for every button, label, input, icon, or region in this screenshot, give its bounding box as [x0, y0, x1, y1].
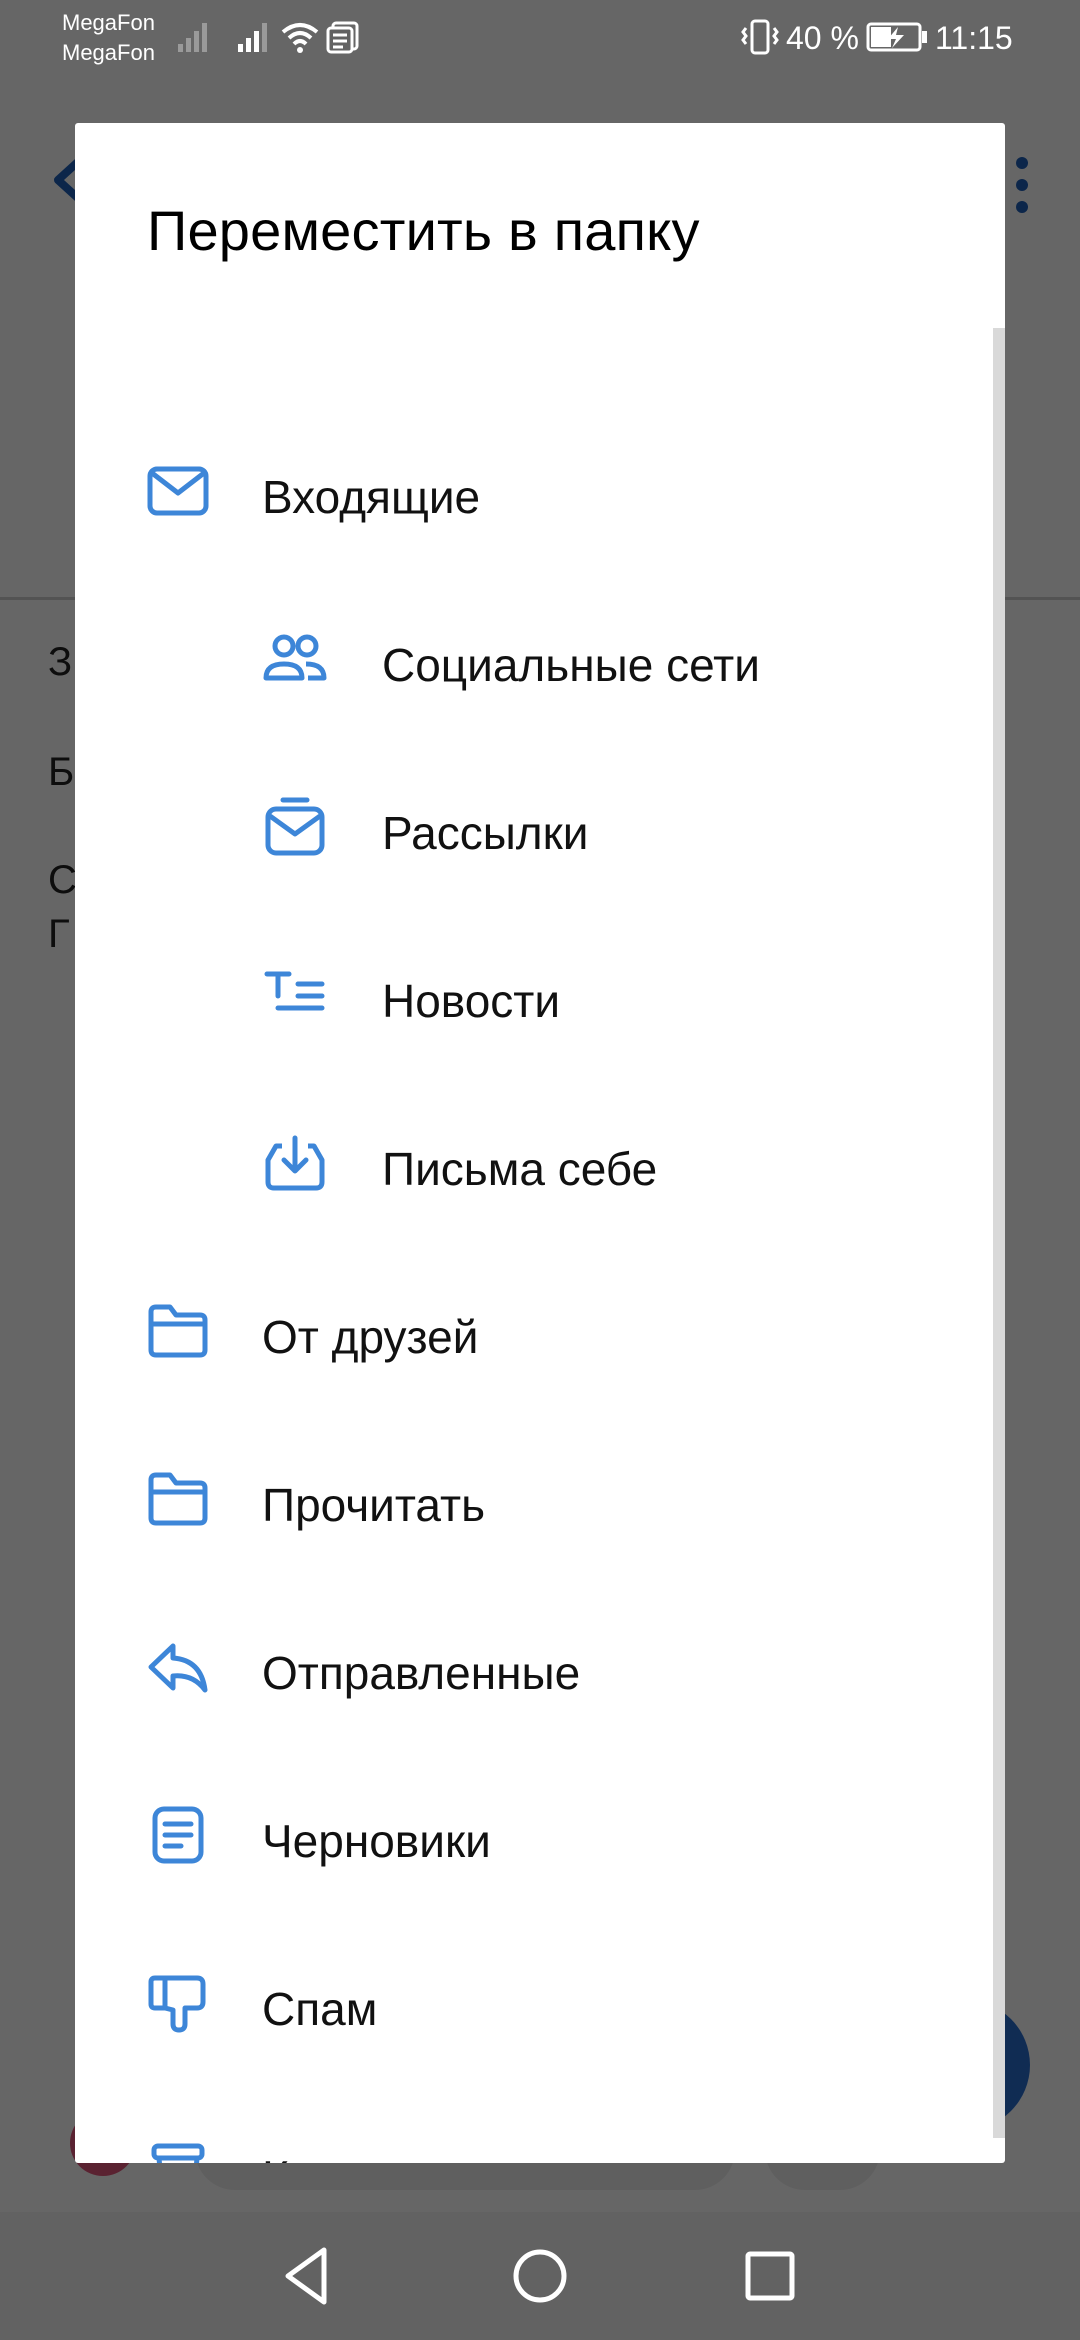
- folder-icon: [148, 1472, 208, 1526]
- folder-item-drafts[interactable]: Черновики: [75, 1756, 993, 1924]
- people-icon: [263, 634, 327, 681]
- folder-label: Письма себе: [382, 1143, 658, 1195]
- navigation-bar: [0, 2212, 1080, 2340]
- reply-icon: [148, 1643, 208, 1693]
- status-bar: MegaFon MegaFon 40 % 11:15: [0, 0, 1080, 76]
- folder-item-newsletters[interactable]: Рассылки: [75, 748, 993, 916]
- draft-icon: [152, 1806, 204, 1864]
- wifi-icon: [281, 23, 319, 53]
- carrier-2: MegaFon: [62, 40, 155, 65]
- clock: 11:15: [935, 20, 1013, 56]
- folder-item-social[interactable]: Социальные сети: [75, 580, 993, 748]
- battery-charging-icon: [866, 22, 927, 52]
- folder-label: Новости: [382, 975, 561, 1027]
- download-box-icon: [265, 1135, 325, 1191]
- folder-item-to-read[interactable]: Прочитать: [75, 1420, 993, 1588]
- folder-item-from-friends[interactable]: От друзей: [75, 1252, 993, 1420]
- folder-item-news[interactable]: Новости: [75, 916, 993, 1084]
- folder-label: Корзина: [262, 2150, 437, 2163]
- folder-label: Отправленные: [262, 1647, 581, 1699]
- inbox-icon: [147, 466, 209, 516]
- folder-label: Прочитать: [262, 1479, 486, 1531]
- recents-nav-icon[interactable]: [734, 2240, 806, 2312]
- folder-label: От друзей: [262, 1311, 479, 1363]
- folder-label: Черновики: [262, 1815, 491, 1867]
- carrier-1: MegaFon: [62, 10, 155, 35]
- trash-icon: [151, 2143, 205, 2163]
- folder-item-notes-to-self[interactable]: Письма себе: [75, 1084, 993, 1252]
- newsletter-icon: [265, 797, 325, 856]
- dialog-title: Переместить в папку: [147, 199, 700, 262]
- move-to-folder-dialog: Переместить в папку Входящие Социальные …: [75, 123, 1005, 2163]
- thumbs-down-icon: [148, 1975, 206, 2033]
- folder-label: Рассылки: [382, 807, 589, 859]
- vibrate-icon: [741, 19, 779, 55]
- signal-icon: [238, 23, 267, 52]
- notification-icon: [326, 21, 359, 54]
- signal-icon: [178, 23, 207, 52]
- folder-label: Входящие: [262, 471, 481, 523]
- home-nav-icon[interactable]: [504, 2240, 576, 2312]
- folder-item-sent[interactable]: Отправленные: [75, 1588, 993, 1756]
- folder-label: Спам: [262, 1983, 378, 2035]
- folder-icon: [148, 1304, 208, 1358]
- back-nav-icon[interactable]: [272, 2240, 344, 2312]
- folder-label: Социальные сети: [382, 639, 760, 691]
- news-icon: [264, 971, 325, 1011]
- folder-item-trash[interactable]: Корзина: [75, 2092, 993, 2163]
- battery-percent: 40 %: [786, 20, 859, 56]
- scrollbar[interactable]: [993, 328, 1005, 2138]
- folder-item-spam[interactable]: Спам: [75, 1924, 993, 2092]
- folder-item-inbox[interactable]: Входящие: [75, 412, 993, 580]
- screen: З Б С Г MegaFon MegaFon: [0, 0, 1080, 2340]
